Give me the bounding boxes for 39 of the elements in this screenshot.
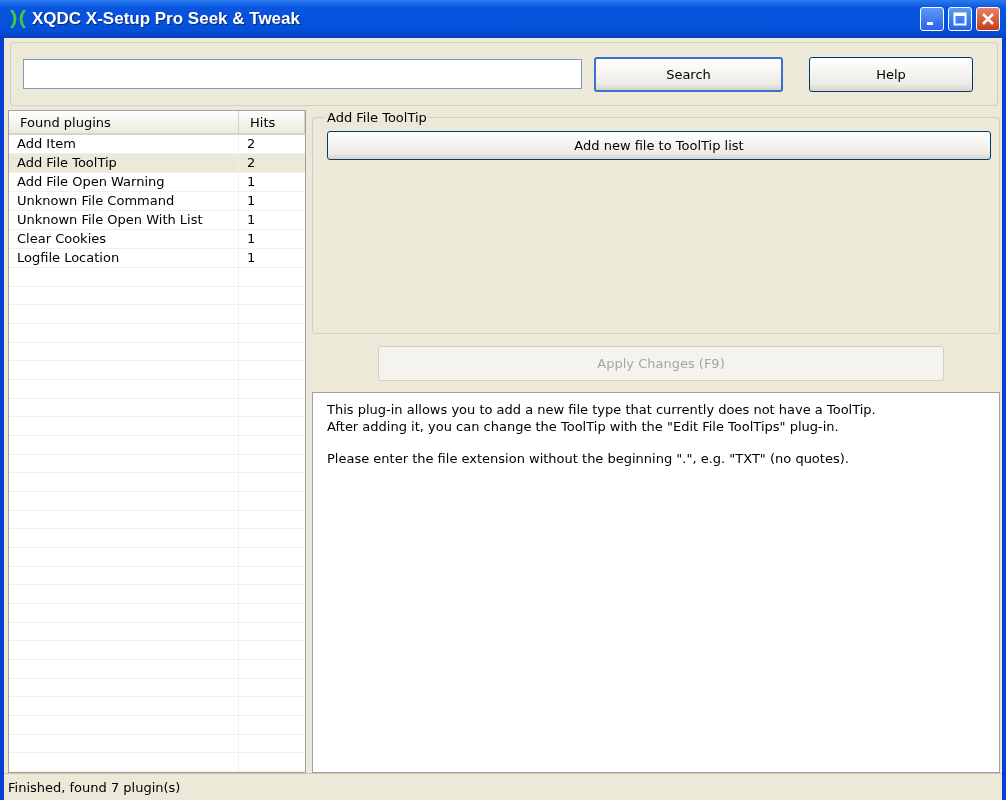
hits-count: 2 bbox=[246, 154, 257, 172]
help-button[interactable]: Help bbox=[809, 56, 973, 92]
status-text: Finished, found 7 plugin(s) bbox=[8, 779, 181, 795]
add-file-button[interactable]: Add new file to ToolTip list bbox=[327, 131, 991, 160]
minimize-button[interactable] bbox=[920, 7, 944, 31]
search-field[interactable] bbox=[23, 59, 582, 89]
plugin-row[interactable]: Unknown File Command 1 bbox=[9, 192, 305, 211]
plugin-name: Unknown File Open With List bbox=[9, 211, 239, 229]
description-text: This plug-in allows you to add a new file type that currently does not have a ToolTip. After adding it, you can change the ToolTip with the "Edit File ToolTips" plug-in. bbox=[327, 401, 877, 435]
app-logo-icon bbox=[8, 8, 28, 30]
plugin-row[interactable]: Clear Cookies 1 bbox=[9, 230, 305, 249]
plugin-name: Logfile Location bbox=[9, 249, 239, 267]
hits-count: 1 bbox=[246, 230, 257, 248]
plugin-name: Add File ToolTip bbox=[9, 154, 239, 172]
hits-count: 1 bbox=[246, 249, 257, 267]
description-text: Please enter the file extension without the beginning ".", e.g. "TXT" (no quotes). bbox=[327, 450, 850, 467]
plugin-name: Clear Cookies bbox=[9, 230, 239, 248]
plugin-row[interactable]: Add File Open Warning 1 bbox=[9, 173, 305, 192]
plugin-name: Add Item bbox=[9, 135, 239, 153]
plugin-row[interactable]: Add File ToolTip 2 bbox=[9, 154, 305, 173]
plugin-name: Unknown File Command bbox=[9, 192, 239, 210]
group-title: Add File ToolTip bbox=[326, 110, 428, 125]
search-button[interactable]: Search bbox=[594, 56, 783, 92]
column-header[interactable]: Hits bbox=[239, 111, 305, 135]
maximize-icon bbox=[953, 12, 967, 26]
hits-count: 1 bbox=[246, 192, 257, 210]
column-header[interactable]: Found plugins bbox=[9, 111, 239, 135]
close-button[interactable] bbox=[976, 7, 1000, 31]
maximize-button[interactable] bbox=[948, 7, 972, 31]
close-icon bbox=[981, 12, 995, 26]
minimize-icon bbox=[927, 21, 933, 25]
hits-count: 1 bbox=[246, 173, 257, 191]
hits-count: 1 bbox=[246, 211, 257, 229]
window-title: XQDC X-Setup Pro Seek & Tweak bbox=[32, 9, 301, 29]
hits-count: 2 bbox=[246, 135, 257, 153]
plugin-row[interactable]: Unknown File Open With List 1 bbox=[9, 211, 305, 230]
plugin-row[interactable]: Add Item 2 bbox=[9, 135, 305, 154]
plugin-row[interactable]: Logfile Location 1 bbox=[9, 249, 305, 268]
plugin-name: Add File Open Warning bbox=[9, 173, 239, 191]
